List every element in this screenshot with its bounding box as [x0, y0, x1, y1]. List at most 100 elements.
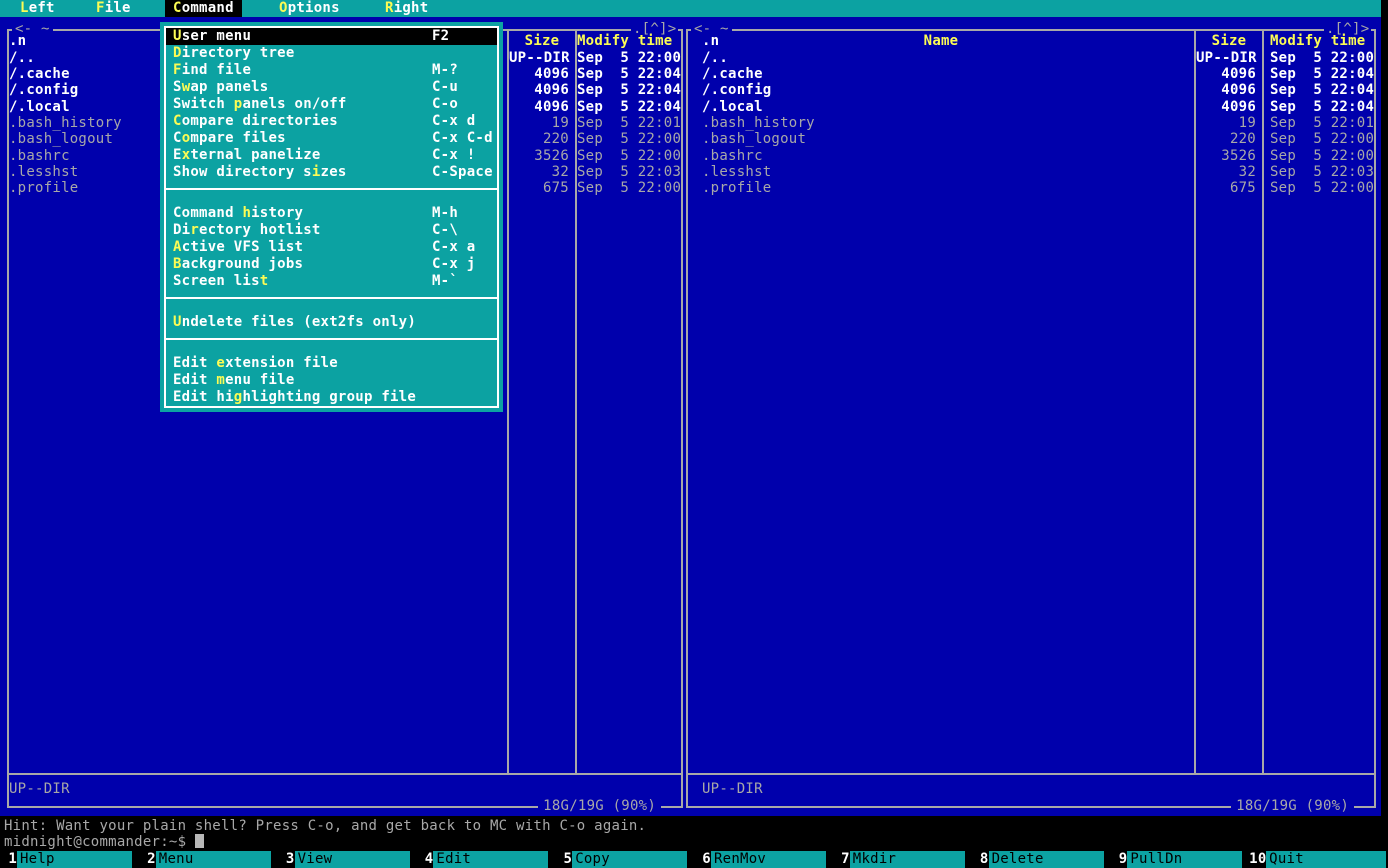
size-column-header[interactable]: Size: [1196, 33, 1262, 50]
fkey-6-renmov[interactable]: 6RenMov: [694, 851, 833, 868]
menu-item-post: hlighting group file: [242, 389, 416, 405]
menu-item-directory-tree[interactable]: Directory tree: [166, 45, 497, 62]
menu-item-external-panelize[interactable]: External panelizeC-x !: [166, 147, 497, 164]
menu-item-hotkey: D: [173, 45, 182, 61]
menu-item-edit-menu-file[interactable]: Edit menu file: [166, 372, 497, 389]
menu-item-edit-highlighting-group-file[interactable]: Edit highlighting group file: [166, 389, 497, 406]
file-row-bash-logout-name[interactable]: .bash_logout: [702, 131, 806, 148]
menubar-item-right[interactable]: Right: [385, 0, 428, 17]
mini-status-separator: [688, 773, 1374, 775]
file-row-bashrc-size: 3526: [1196, 148, 1256, 165]
menu-item-swap-panels[interactable]: Swap panelsC-u: [166, 79, 497, 96]
file-row-bash-history-mtime: Sep 5 22:01: [1270, 115, 1374, 132]
menu-item-undelete-files-ext2fs-only[interactable]: Undelete files (ext2fs only): [166, 314, 497, 331]
menu-item-show-directory-sizes[interactable]: Show directory sizesC-Space: [166, 164, 497, 181]
menu-item-post: anels on/off: [242, 96, 346, 112]
fkey-number: 10: [1249, 851, 1266, 868]
fkey-2-menu[interactable]: 2Menu: [139, 851, 278, 868]
menu-item-hotkey: C: [173, 113, 182, 129]
menubar-item-post: ile: [105, 0, 131, 16]
menu-item-compare-files[interactable]: Compare filesC-x C-d: [166, 130, 497, 147]
file-row--size: UP--DIR: [1196, 50, 1256, 67]
menu-item-screen-list[interactable]: Screen listM-`: [166, 273, 497, 290]
menubar-item-file[interactable]: File: [96, 0, 131, 17]
file-row-bashrc-name[interactable]: .bashrc: [702, 148, 763, 165]
menu-item-directory-hotlist[interactable]: Directory hotlistC-\: [166, 222, 497, 239]
menu-item-switch-panels-on-off[interactable]: Switch panels on/offC-o: [166, 96, 497, 113]
menubar-item-left[interactable]: Left: [20, 0, 55, 17]
menubar-item-hotkey: O: [279, 0, 288, 16]
function-key-bar: 1Help2Menu3View4Edit5Copy6RenMov7Mkdir8D…: [0, 851, 1388, 868]
menu-item-user-menu[interactable]: User menuF2: [166, 28, 497, 45]
name-column-header[interactable]: Name: [688, 33, 1194, 50]
fkey-number: 3: [278, 851, 295, 868]
file-row-lesshst-size: 32: [1196, 164, 1256, 181]
menu-item-shortcut: M-h: [432, 205, 458, 222]
menu-item-shortcut: C-u: [432, 79, 458, 96]
file-row-profile-name[interactable]: .profile: [702, 180, 771, 197]
menu-item-edit-extension-file[interactable]: Edit extension file: [166, 355, 497, 372]
fkey-number: 4: [416, 851, 433, 868]
menu-item-active-vfs-list[interactable]: Active VFS listC-x a: [166, 239, 497, 256]
fkey-1-help[interactable]: 1Help: [0, 851, 139, 868]
fkey-4-edit[interactable]: 4Edit: [416, 851, 555, 868]
menu-item-hotkey: e: [216, 355, 225, 371]
file-row-local-name[interactable]: /.local: [702, 99, 763, 116]
file-row--mtime: Sep 5 22:00: [1270, 50, 1374, 67]
menu-item-compare-directories[interactable]: Compare directoriesC-x d: [166, 113, 497, 130]
menu-item-pre: Command: [173, 205, 242, 221]
menubar-item-post: ight: [394, 0, 429, 16]
file-row-lesshst-name[interactable]: .lesshst: [702, 164, 771, 181]
menu-item-hotkey: F: [173, 62, 182, 78]
menu-item-find-file[interactable]: Find fileM-?: [166, 62, 497, 79]
menu-separator-line: [166, 297, 497, 299]
file-row-cache-mtime: Sep 5 22:04: [1270, 66, 1374, 83]
fkey-label: Mkdir: [850, 851, 965, 868]
menu-separator: [166, 338, 497, 355]
menu-item-shortcut: C-x C-d: [432, 130, 493, 147]
menu-item-command-history[interactable]: Command historyM-h: [166, 205, 497, 222]
file-row-cache-name[interactable]: /.cache: [702, 66, 763, 83]
menu-item-post: ap panels: [190, 79, 268, 95]
file-row-config-name[interactable]: /.config: [702, 82, 771, 99]
fkey-label: Menu: [156, 851, 271, 868]
fkey-label: Quit: [1266, 851, 1386, 868]
file-row-lesshst-mtime: Sep 5 22:03: [1270, 164, 1374, 181]
menu-item-hotkey: U: [173, 314, 182, 330]
mini-status: UP--DIR: [702, 781, 763, 798]
menu-item-post: enu file: [225, 372, 294, 388]
fkey-10-quit[interactable]: 10Quit: [1249, 851, 1388, 868]
fkey-8-delete[interactable]: 8Delete: [972, 851, 1111, 868]
menu-item-post: ctive VFS list: [182, 239, 304, 255]
fkey-label: Edit: [433, 851, 548, 868]
fkey-label: View: [295, 851, 410, 868]
menu-item-post: ackground jobs: [182, 256, 304, 272]
menu-item-hotkey: m: [216, 372, 225, 388]
menu-item-shortcut: C-x !: [432, 147, 475, 164]
menubar-item-options[interactable]: Options: [279, 0, 340, 17]
file-row-bash-history-name[interactable]: .bash_history: [702, 115, 815, 132]
mtime-column-header[interactable]: Modify time: [1270, 33, 1365, 50]
disk-usage: 18G/19G (90%): [1231, 798, 1354, 814]
fkey-9-pulldn[interactable]: 9PullDn: [1110, 851, 1249, 868]
menu-item-pre: S: [173, 79, 182, 95]
command-prompt[interactable]: midnight@commander:~$: [4, 834, 204, 851]
fkey-5-copy[interactable]: 5Copy: [555, 851, 694, 868]
menu-item-shortcut: C-x d: [432, 113, 475, 130]
menu-separator-line: [166, 338, 497, 340]
menu-item-background-jobs[interactable]: Background jobsC-x j: [166, 256, 497, 273]
menu-bar: Left File Command Options Right: [0, 0, 1381, 17]
menu-item-shortcut: C-x j: [432, 256, 475, 273]
menubar-item-command[interactable]: Command: [165, 0, 242, 17]
command-menu-dropdown: User menuF2Directory treeFind fileM-?Swa…: [160, 22, 503, 412]
menubar-item-post: ptions: [288, 0, 340, 16]
file-row--name[interactable]: /..: [702, 50, 728, 67]
menu-item-shortcut: C-\: [432, 222, 458, 239]
file-row-bash-history-size: 19: [1196, 115, 1256, 132]
menu-item-hotkey: U: [173, 28, 182, 44]
fkey-7-mkdir[interactable]: 7Mkdir: [833, 851, 972, 868]
menubar-item-post: ommand: [182, 0, 234, 16]
fkey-number: 6: [694, 851, 711, 868]
fkey-label: Delete: [989, 851, 1104, 868]
fkey-3-view[interactable]: 3View: [278, 851, 417, 868]
